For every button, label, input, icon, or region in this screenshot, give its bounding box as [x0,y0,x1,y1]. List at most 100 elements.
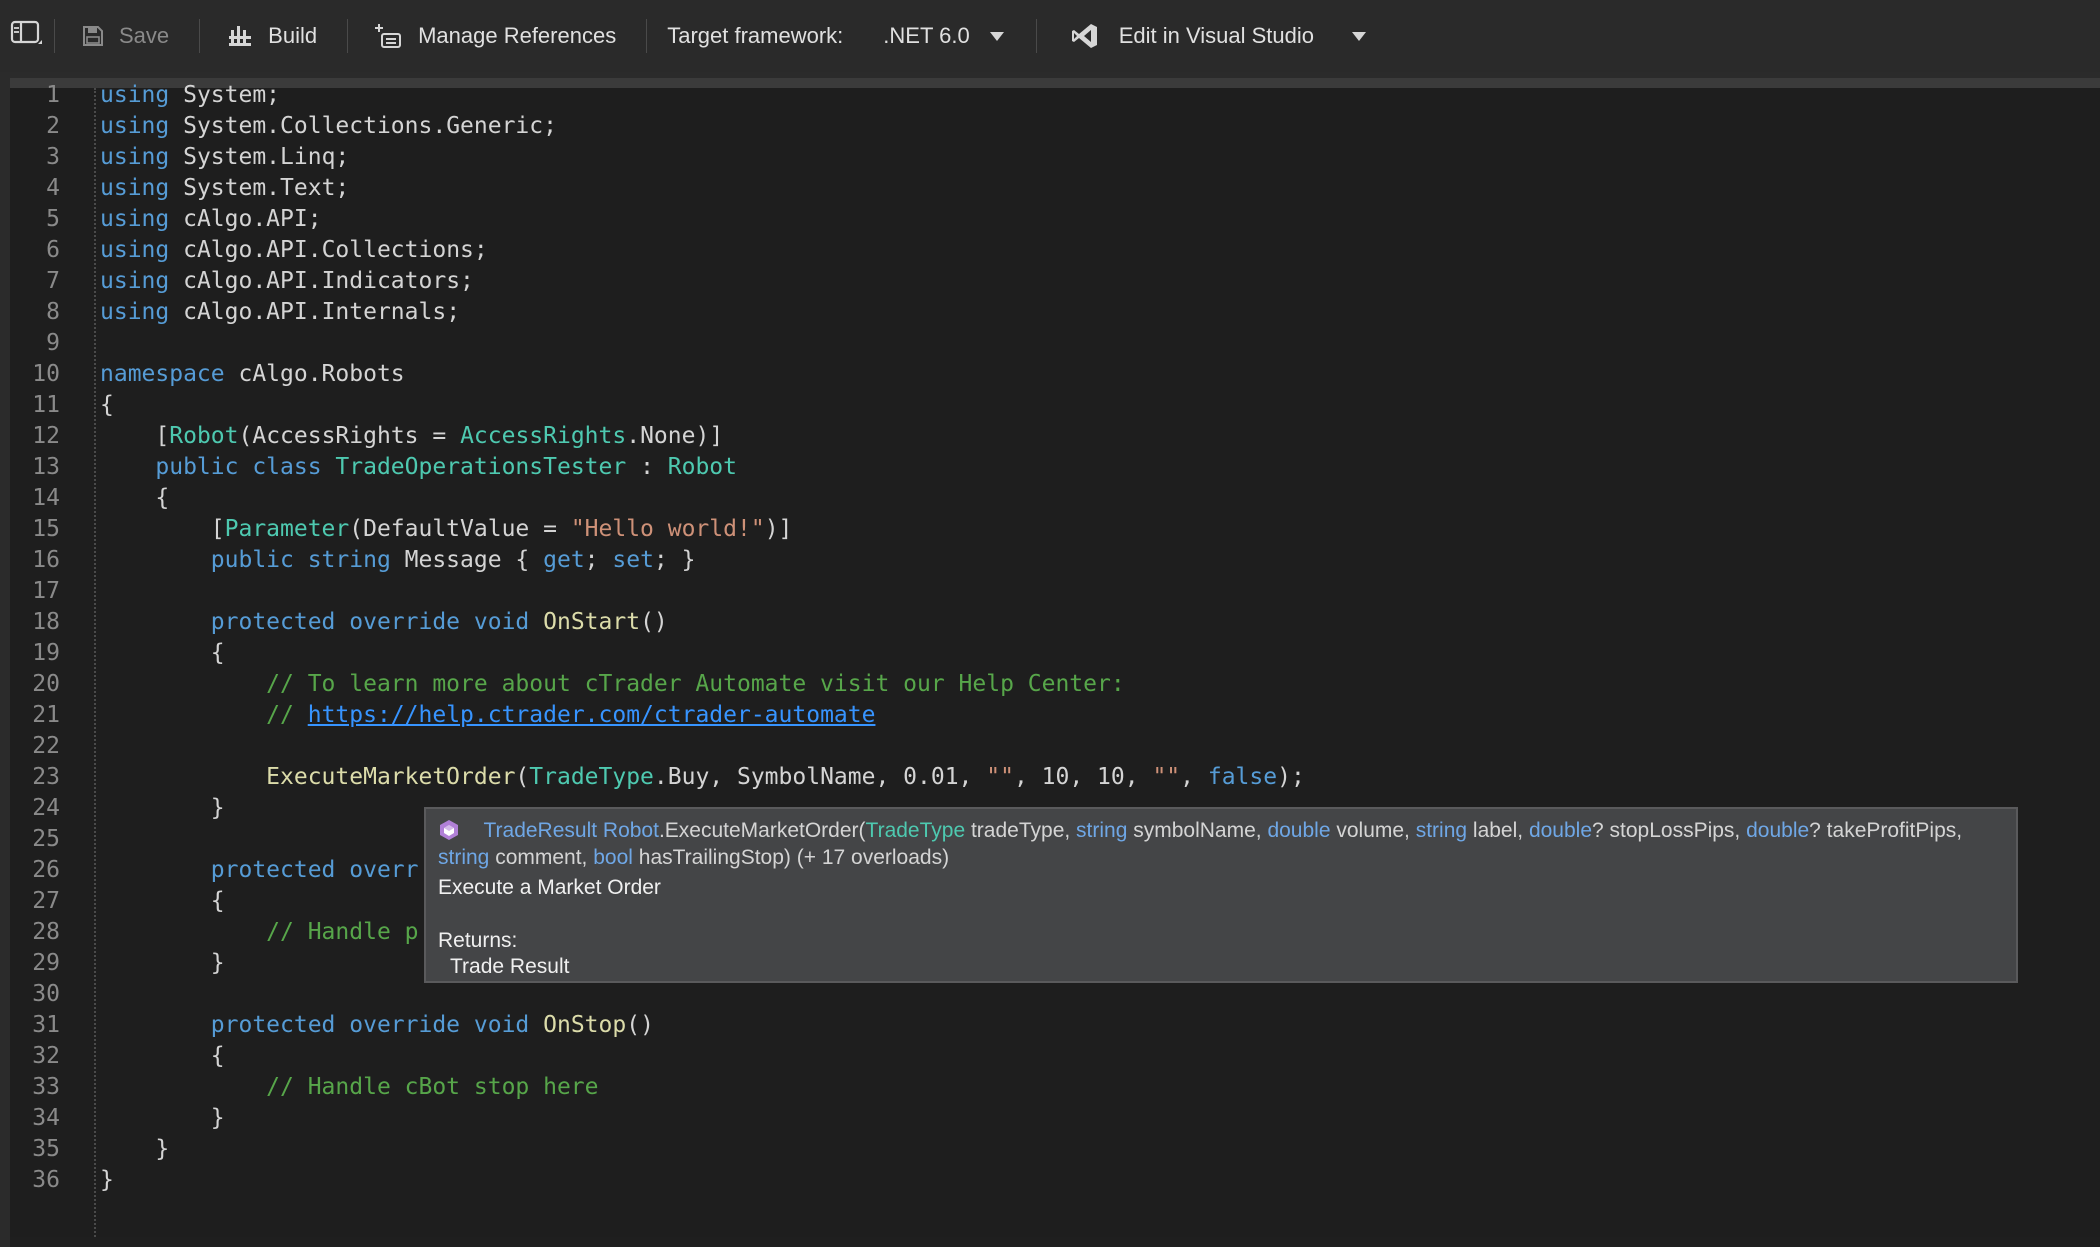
tooltip-returns-value: Trade Result [450,955,570,978]
code-editor[interactable]: 1 using System; 2 using System.Collections.… [10,82,2100,1237]
code-token: using [100,175,170,201]
signature-token: volume, [1330,819,1416,842]
code-line[interactable]: 22 [10,731,100,762]
line-number: 19 [32,640,60,666]
toolbar: Save Build Manage References Target fram… [0,0,2100,72]
code-line[interactable]: 28 // Handle p [10,917,418,948]
code-line[interactable]: 36} [10,1165,114,1196]
code-line[interactable]: 5 using cAlgo.API; [10,204,322,235]
code-line[interactable]: 6 using cAlgo.API.Collections; [10,235,488,266]
code-line[interactable]: 14 { [10,483,169,514]
code-token: Parameter [224,516,350,542]
code-line[interactable]: 31 protected override void OnStop() [10,1010,654,1041]
code-token: cAlgo.API; [169,206,322,232]
signature-token: TradeResult Robot [483,819,659,842]
code-token: ExecuteMarketOrder [266,764,516,790]
code-line[interactable]: 18 protected override void OnStart() [10,607,667,638]
line-number: 30 [32,981,60,1007]
code-token: } [100,950,225,976]
code-line[interactable]: 7 using cAlgo.API.Indicators; [10,266,474,297]
code-line[interactable]: 15 [Parameter(DefaultValue = "Hello worl… [10,514,792,545]
line-number: 17 [32,578,60,604]
code-line[interactable]: 3 using System.Linq; [10,142,349,173]
code-line[interactable]: 20 // To learn more about cTrader Automa… [10,669,1124,700]
code-line[interactable]: 33 // Handle cBot stop here [10,1072,599,1103]
panel-toggle-button[interactable] [0,0,54,72]
code-token: [ [100,516,225,542]
code-line[interactable]: 1 using System; [10,80,280,111]
line-number: 20 [32,671,60,697]
code-line[interactable]: 21 // https://help.ctrader.com/ctrader-a… [10,700,875,731]
code-line[interactable]: 10 namespace cAlgo.Robots [10,359,404,390]
code-line[interactable]: 19 { [10,638,224,669]
code-line[interactable]: 11 { [10,390,114,421]
code-token: { [100,1043,225,1069]
code-token: ; [584,547,613,573]
signature-token: double [1746,819,1810,842]
signature-token: string [1076,819,1128,842]
intellisense-tooltip: TradeResult Robot.ExecuteMarketOrder( Tra… [424,807,2018,983]
line-number: 8 [46,299,60,325]
code-line[interactable]: 32 { [10,1041,225,1072]
code-line[interactable]: 2 using System.Collections.Generic; [10,111,557,142]
code-line[interactable]: 23 ExecuteMarketOrder(TradeType.Buy, Sym… [10,762,1305,793]
line-number: 31 [32,1012,60,1038]
line-number: 24 [32,795,60,821]
code-token: using [100,268,170,294]
code-line[interactable]: 13 public class TradeOperationsTester : … [10,452,737,483]
chevron-down-icon [1351,31,1366,41]
code-line[interactable]: 29 } [10,948,225,979]
code-token: using [100,144,170,170]
build-button[interactable]: Build [200,0,347,72]
help-center-link[interactable]: https://help.ctrader.com/ctrader-automat… [308,702,876,728]
code-line[interactable]: 16 public string Message { get; set; } [10,545,695,576]
code-line[interactable]: 35 } [10,1134,169,1165]
code-line[interactable]: 8 using cAlgo.API.Internals; [10,297,460,328]
manage-references-button[interactable]: Manage References [348,0,646,72]
code-line[interactable]: 12 [Robot(AccessRights = AccessRights.No… [10,421,723,452]
line-number: 35 [32,1136,60,1162]
code-token: // [266,702,308,728]
code-token: // Handle cBot stop here [266,1074,599,1100]
signature-token: .ExecuteMarketOrder( [658,819,866,842]
line-number: 9 [46,330,60,356]
code-line[interactable]: 17 [10,576,100,607]
target-framework-select[interactable]: .NET 6.0 [855,0,1023,72]
line-number: 11 [32,392,60,418]
edit-in-visual-studio-dropdown[interactable] [1334,0,1376,72]
line-number: 10 [32,361,60,387]
line-number: 22 [32,733,60,759]
code-line[interactable]: 27 { [10,886,224,917]
line-number: 5 [46,206,60,232]
code-line[interactable]: 26 protected overr [10,855,419,886]
sidebar-panel-icon [10,18,44,54]
code-token: .None)] [626,423,724,449]
code-token: System.Text; [169,175,350,201]
code-token: [ [100,423,170,449]
signature-token: hasTrailingStop) (+ 17 overloads) [632,846,950,869]
line-number: 23 [32,764,60,790]
code-token: { [100,485,170,511]
build-icon [228,24,254,48]
code-token: protected overr [210,857,419,883]
code-line[interactable]: 4 using System.Text; [10,173,349,204]
code-line[interactable]: 24 } [10,793,225,824]
line-number: 28 [32,919,60,945]
save-button[interactable]: Save [55,0,199,72]
edit-in-visual-studio-button[interactable]: Edit in Visual Studio [1037,0,1334,72]
code-token: protected override void [210,1012,530,1038]
code-token: } [100,795,225,821]
code-line[interactable]: 34 } [10,1103,224,1134]
code-line[interactable]: 30 [10,979,100,1010]
code-line[interactable]: 9 [10,328,100,359]
tooltip-signature: TradeResult Robot.ExecuteMarketOrder(Tra… [438,817,1998,871]
code-line[interactable]: 25 [10,824,100,855]
line-number: 21 [32,702,60,728]
